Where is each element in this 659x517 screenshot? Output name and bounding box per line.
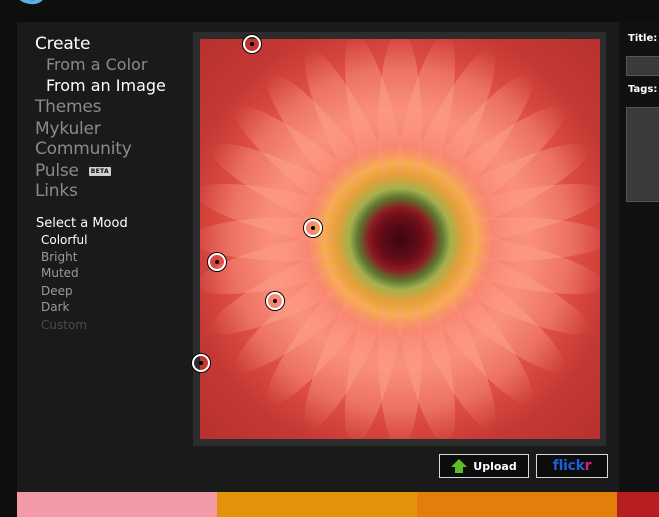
- nav-mykuler[interactable]: Mykuler: [35, 119, 101, 139]
- beta-badge: BETA: [88, 166, 111, 176]
- color-picker-1[interactable]: [243, 35, 261, 53]
- mood-deep[interactable]: Deep: [41, 284, 73, 298]
- tags-label: Tags:: [628, 84, 658, 95]
- nav-community[interactable]: Community: [35, 139, 132, 159]
- mood-muted[interactable]: Muted: [41, 266, 79, 280]
- mood-colorful[interactable]: Colorful: [41, 233, 88, 247]
- nav-links[interactable]: Links: [35, 181, 78, 201]
- mood-bright[interactable]: Bright: [41, 250, 77, 264]
- flickr-logo-r: r: [584, 458, 592, 474]
- kuler-logo-icon: [14, 0, 46, 7]
- left-gutter: [0, 22, 17, 517]
- palette-swatch-4[interactable]: [617, 492, 659, 517]
- nav-from-a-color[interactable]: From a Color: [46, 55, 147, 74]
- upload-label: Upload: [473, 459, 517, 473]
- source-image[interactable]: [200, 39, 600, 439]
- image-frame: [193, 32, 606, 446]
- palette-swatch-2[interactable]: [217, 492, 417, 517]
- tags-input[interactable]: [626, 107, 659, 202]
- nav-pulse-label: Pulse: [35, 161, 79, 181]
- mood-dark[interactable]: Dark: [41, 300, 69, 314]
- upload-arrow-icon: [451, 459, 468, 473]
- top-bar: [0, 0, 659, 22]
- flickr-logo: flickr: [552, 458, 592, 474]
- nav-create[interactable]: Create: [35, 34, 90, 54]
- upload-button[interactable]: Upload: [439, 454, 529, 478]
- color-picker-4[interactable]: [266, 292, 284, 310]
- flickr-logo-main: flick: [552, 458, 585, 474]
- sidebar: Create From a Color From an Image Themes…: [17, 22, 193, 492]
- nav-from-an-image[interactable]: From an Image: [46, 76, 166, 95]
- flickr-button[interactable]: flickr: [536, 454, 608, 478]
- mood-title: Select a Mood: [36, 216, 128, 231]
- color-picker-2[interactable]: [304, 219, 322, 237]
- palette-swatch-3[interactable]: [417, 492, 617, 517]
- nav-themes[interactable]: Themes: [35, 97, 101, 117]
- palette-swatch-1[interactable]: [17, 492, 217, 517]
- title-input[interactable]: [626, 56, 659, 76]
- mood-custom: Custom: [41, 318, 87, 332]
- color-palette: [17, 492, 659, 517]
- nav-pulse[interactable]: Pulse BETA: [35, 161, 111, 181]
- color-picker-3[interactable]: [208, 253, 226, 271]
- color-picker-5[interactable]: [192, 354, 210, 372]
- title-label: Title:: [628, 33, 658, 44]
